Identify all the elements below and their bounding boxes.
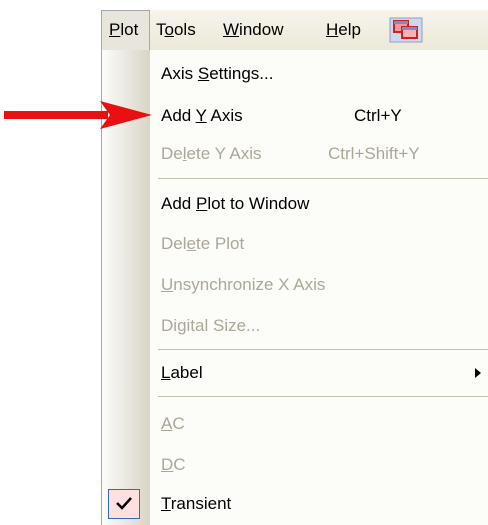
- menu-item-digital-size-label-pre: Di: [161, 316, 178, 335]
- menu-item-transient-label-ul: T: [161, 494, 171, 513]
- menubar-item-help-label-post: elp: [338, 20, 361, 39]
- menu-item-digital-size-label-post: ital Size...: [186, 316, 261, 335]
- menubar-item-plot[interactable]: Plot: [101, 10, 150, 50]
- menu-item-delete-plot-label-ul: e: [186, 234, 196, 253]
- menu-item-digital-size[interactable]: Digital Size...: [161, 306, 260, 346]
- menu-item-axis-settings-label-post: ettings...: [209, 64, 274, 83]
- menu-bar: Plot Tools Window Help: [101, 10, 488, 51]
- menu-item-add-plot-to-window-label-pre: Add: [161, 194, 196, 213]
- menu-item-transient[interactable]: Transient: [161, 484, 231, 524]
- checkmark-box: [108, 489, 140, 519]
- menu-separator: [158, 349, 488, 350]
- red-arrow-icon: [4, 101, 152, 134]
- menu-item-delete-y-axis[interactable]: Delete Y Axis: [161, 134, 262, 174]
- menu-item-label-label-post: abel: [170, 363, 203, 382]
- menu-item-dc-label-post: C: [173, 455, 186, 474]
- menubar-item-plot-label-post: lot: [120, 20, 139, 39]
- menubar-item-window-label-ul: W: [223, 20, 240, 39]
- menu-item-add-y-axis-label-pre: Add: [161, 106, 196, 125]
- menu-item-axis-settings-label-pre: Axis: [161, 64, 198, 83]
- menu-item-transient-label-post: ransient: [170, 494, 232, 513]
- menubar-item-window-label-post: indow: [239, 20, 284, 39]
- menu-item-delete-y-axis-label-pre: De: [161, 144, 183, 163]
- menu-item-add-plot-to-window-label-post: lot to Window: [207, 194, 310, 213]
- menu-item-ac-label-ul: A: [161, 414, 173, 433]
- menu-item-add-y-axis-label-post: Axis: [206, 106, 243, 125]
- menu-item-label[interactable]: Label: [161, 353, 203, 393]
- menu-item-add-plot-to-window[interactable]: Add Plot to Window: [161, 184, 309, 224]
- menu-item-add-y-axis-label-ul: Y: [195, 106, 207, 125]
- menubar-item-tools-label-ul: o: [164, 20, 174, 39]
- menubar-item-plot-label-ul: P: [109, 20, 121, 39]
- menu-item-add-plot-to-window-label-ul: P: [195, 194, 208, 213]
- menu-item-ac-label-post: C: [172, 414, 185, 433]
- menu-item-delete-plot[interactable]: Delete Plot: [161, 224, 244, 264]
- menu-item-add-y-axis[interactable]: Add Y Axis: [161, 96, 243, 136]
- menu-item-axis-settings[interactable]: Axis Settings...: [161, 54, 273, 94]
- menu-item-add-y-axis-shortcut: Ctrl+Y: [354, 106, 402, 125]
- submenu-arrow-icon: [475, 368, 481, 378]
- menu-item-delete-plot-label-post: te Plot: [195, 234, 245, 253]
- menu-item-delete-plot-label-pre: Del: [161, 234, 187, 253]
- menu-item-delete-y-axis-shortcut: Ctrl+Shift+Y: [328, 144, 420, 163]
- menubar-item-tools-label-post: ols: [173, 20, 196, 39]
- menu-item-digital-size-label-ul: g: [177, 316, 187, 335]
- menu-item-unsynchronize-x-axis[interactable]: Unsynchronize X Axis: [161, 265, 325, 305]
- plot-dropdown-menu: Axis Settings... Add Y Axis Ctrl+Y Delet…: [101, 50, 488, 525]
- menubar-item-help-label-ul: H: [326, 20, 339, 39]
- menu-item-unsynchronize-x-axis-label-ul: U: [161, 275, 174, 294]
- menu-item-unsynchronize-x-axis-label-post: nsynchronize X Axis: [173, 275, 326, 294]
- menu-item-ac[interactable]: AC: [161, 404, 185, 444]
- overlapping-windows-icon[interactable]: [389, 17, 423, 43]
- menu-item-dc-label-ul: D: [161, 455, 174, 474]
- menu-item-axis-settings-label-ul: S: [197, 64, 210, 83]
- menubar-item-tools[interactable]: Tools: [156, 10, 221, 50]
- menu-separator: [158, 396, 488, 397]
- menubar-item-help[interactable]: Help: [326, 10, 381, 50]
- menu-separator: [158, 178, 488, 179]
- menubar-item-window[interactable]: Window: [223, 10, 311, 50]
- menu-item-dc[interactable]: DC: [161, 445, 186, 485]
- menubar-item-tools-label-pre: T: [156, 20, 165, 39]
- checkmark-icon: [116, 497, 132, 510]
- menu-item-delete-y-axis-label-post: ete Y Axis: [186, 144, 262, 163]
